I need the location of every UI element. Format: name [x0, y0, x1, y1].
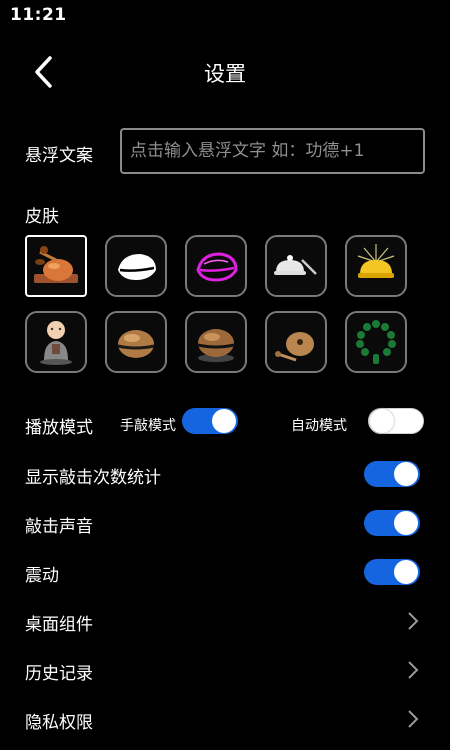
chevron-right-icon: [408, 710, 419, 728]
woodfish-mallet-icon: [34, 246, 78, 283]
toggle-knob: [394, 462, 418, 486]
settings-page: 11:21 设置 悬浮文案 皮肤: [0, 0, 450, 750]
toggle-knob: [212, 409, 236, 433]
sound-toggle[interactable]: [364, 510, 420, 536]
vibration-toggle[interactable]: [364, 559, 420, 585]
setting-row-hit-count: 显示敲击次数统计: [0, 454, 450, 494]
page-title: 设置: [204, 62, 246, 86]
toggle-knob: [394, 560, 418, 584]
skin-item-6[interactable]: [25, 311, 87, 373]
dark-woodfish-icon: [197, 329, 235, 362]
golden-glow-bowl-icon: [357, 244, 395, 278]
link-row-history[interactable]: 历史记录: [0, 650, 450, 690]
float-text-row: 悬浮文案: [0, 128, 450, 176]
setting-label: 显示敲击次数统计: [25, 468, 161, 488]
header: 设置: [0, 46, 450, 98]
skin-item-1[interactable]: [25, 235, 87, 297]
setting-row-sound: 敲击声音: [0, 503, 450, 543]
skin-item-5[interactable]: [345, 235, 407, 297]
skin-item-3[interactable]: [185, 235, 247, 297]
gourd-woodfish-icon: [275, 332, 314, 362]
monk-figure-icon: [40, 321, 72, 365]
play-mode-row: 播放模式 手敲模式 自动模式: [0, 405, 450, 441]
neon-woodfish-icon: [196, 252, 238, 282]
skin-item-7[interactable]: [105, 311, 167, 373]
chevron-right-icon: [408, 612, 419, 630]
skin-item-2[interactable]: [105, 235, 167, 297]
auto-mode-label: 自动模式: [291, 418, 347, 434]
auto-mode-toggle[interactable]: [368, 408, 424, 434]
float-text-label: 悬浮文案: [25, 146, 93, 166]
wooden-woodfish-icon: [117, 330, 155, 358]
skin-label: 皮肤: [25, 207, 59, 227]
skin-item-4[interactable]: [265, 235, 327, 297]
play-mode-label: 播放模式: [25, 418, 93, 438]
hit-count-toggle[interactable]: [364, 461, 420, 487]
float-text-input[interactable]: [120, 128, 425, 174]
white-woodfish-icon: [118, 254, 156, 280]
toggle-knob: [394, 511, 418, 535]
setting-label: 震动: [25, 566, 59, 586]
setting-row-vibration: 震动: [0, 552, 450, 592]
prayer-beads-icon: [356, 320, 396, 364]
skin-item-9[interactable]: [265, 311, 327, 373]
status-time: 11:21: [10, 5, 67, 25]
link-label: 隐私权限: [25, 713, 93, 733]
manual-mode-toggle[interactable]: [182, 408, 238, 434]
link-label: 历史记录: [25, 664, 93, 684]
setting-label: 敲击声音: [25, 517, 93, 537]
skin-item-8[interactable]: [185, 311, 247, 373]
link-label: 桌面组件: [25, 615, 93, 635]
skin-item-10[interactable]: [345, 311, 407, 373]
link-row-privacy[interactable]: 隐私权限: [0, 699, 450, 739]
status-bar: 11:21: [0, 0, 450, 32]
link-row-desktop-widget[interactable]: 桌面组件: [0, 601, 450, 641]
toggle-knob: [370, 409, 394, 433]
bowl-mallet-icon: [274, 255, 317, 275]
chevron-right-icon: [408, 661, 419, 679]
manual-mode-label: 手敲模式: [120, 418, 176, 434]
